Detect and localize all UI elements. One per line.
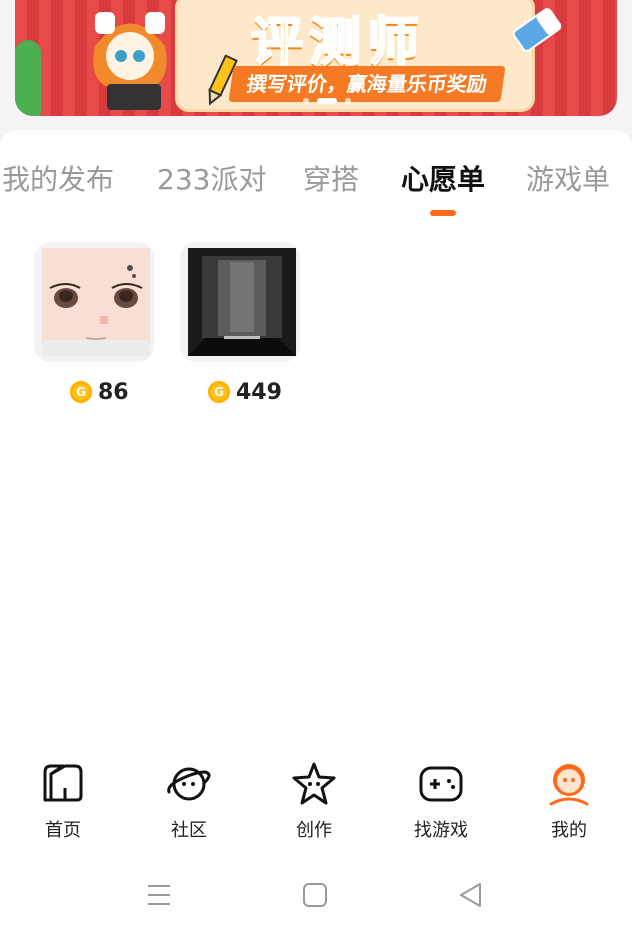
nav-label: 我的 xyxy=(551,820,587,841)
nav-profile[interactable]: 我的 xyxy=(514,760,624,841)
page-dot-active[interactable] xyxy=(317,98,337,104)
eraser-decoration xyxy=(512,8,562,52)
bottom-nav: 首页 社区 创作 找游戏 我的 xyxy=(0,742,632,852)
nav-create[interactable]: 创作 xyxy=(259,760,369,841)
wishlist-item-price: G 449 xyxy=(208,378,282,406)
page-dot[interactable] xyxy=(345,98,351,104)
mascot-illustration xyxy=(93,12,167,110)
nav-label: 找游戏 xyxy=(414,820,468,841)
menu-icon[interactable] xyxy=(146,882,172,908)
system-nav-bar xyxy=(0,852,632,943)
tab-wishlist[interactable]: 心愿单 xyxy=(401,158,485,198)
star-icon xyxy=(292,762,336,805)
face-skin-thumbnail xyxy=(42,248,150,356)
content-panel: 我的发布 233派对 穿搭 心愿单 游戏单 G 86 G 449 xyxy=(0,130,632,742)
promo-banner[interactable]: 评测师 撰写评价，赢海量乐币奖励 xyxy=(15,0,617,116)
nav-find-games[interactable]: 找游戏 xyxy=(386,760,496,841)
nav-label: 首页 xyxy=(45,820,81,841)
planet-icon xyxy=(167,767,211,801)
tab-game-lists[interactable]: 游戏单 xyxy=(526,158,610,198)
nav-label: 创作 xyxy=(296,820,332,841)
cactus-decoration xyxy=(15,40,41,116)
dark-room-thumbnail xyxy=(188,248,296,356)
banner-title: 评测师 xyxy=(250,12,426,74)
page-dot[interactable] xyxy=(303,98,309,104)
profile-icon xyxy=(549,764,589,806)
price-value: 449 xyxy=(236,379,282,405)
price-value: 86 xyxy=(98,379,129,405)
gamepad-icon xyxy=(419,766,463,802)
tab-outfits[interactable]: 穿搭 xyxy=(303,158,359,198)
back-icon[interactable] xyxy=(458,882,484,908)
wishlist-item-price: G 86 xyxy=(70,378,129,406)
coin-icon: G xyxy=(70,381,92,403)
tab-233-party[interactable]: 233派对 xyxy=(157,158,266,198)
nav-label: 社区 xyxy=(171,820,207,841)
banner-subtitle: 撰写评价，赢海量乐币奖励 xyxy=(228,66,506,102)
wishlist-item[interactable] xyxy=(34,242,154,362)
home-icon xyxy=(43,764,83,802)
tab-my-posts[interactable]: 我的发布 xyxy=(2,158,114,198)
nav-community[interactable]: 社区 xyxy=(134,760,244,841)
wishlist-item[interactable] xyxy=(180,242,300,362)
home-square-icon[interactable] xyxy=(302,882,328,908)
banner-pagination xyxy=(303,98,351,104)
coin-icon: G xyxy=(208,381,230,403)
tab-bar: 我的发布 233派对 穿搭 心愿单 游戏单 xyxy=(0,158,632,198)
active-tab-indicator xyxy=(430,210,456,216)
nav-home[interactable]: 首页 xyxy=(8,760,118,841)
